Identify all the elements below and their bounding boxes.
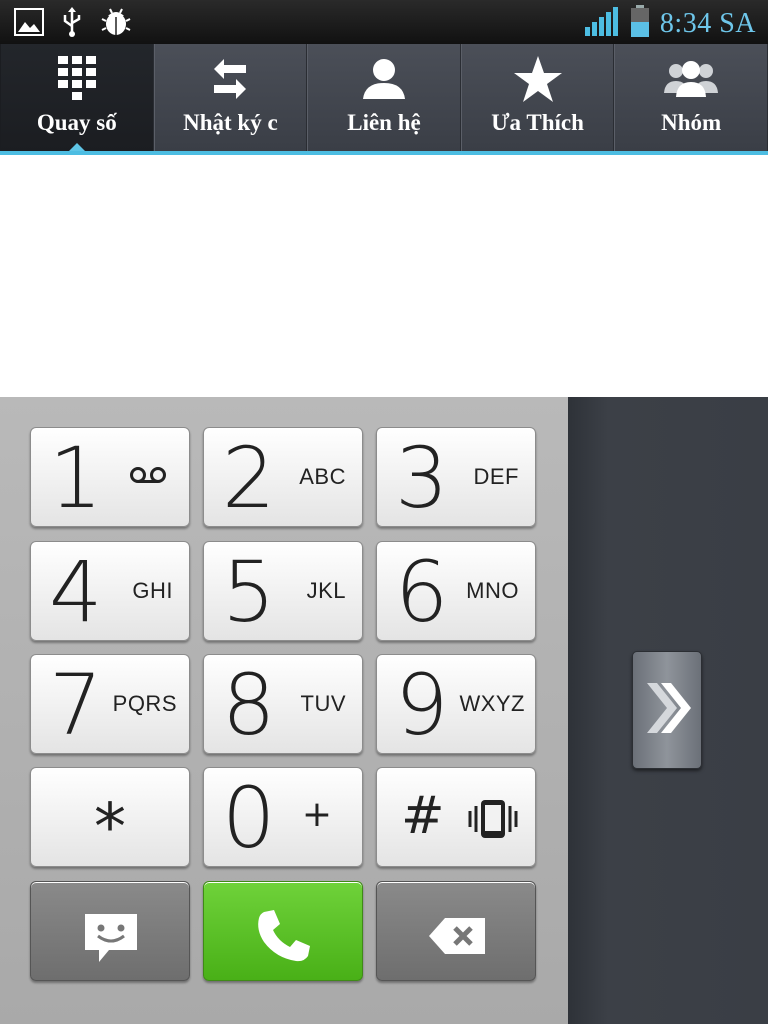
tab-label: Ưa Thích bbox=[491, 110, 584, 135]
backspace-icon bbox=[427, 916, 487, 961]
key-letters: PQRS bbox=[112, 691, 177, 716]
key-digit: 8 bbox=[222, 656, 276, 754]
key-letters: GHI bbox=[132, 578, 173, 603]
tab-label: Liên hệ bbox=[347, 110, 421, 135]
key-letters: ABC bbox=[299, 464, 346, 489]
status-bar: 8:34 SA bbox=[0, 0, 768, 44]
key-digit: 3 bbox=[395, 429, 449, 527]
key-digit: 7 bbox=[49, 656, 103, 754]
key-hash[interactable]: # bbox=[376, 767, 536, 867]
tab-label: Quay số bbox=[36, 110, 117, 135]
key-2[interactable]: 2 ABC bbox=[203, 427, 363, 527]
phone-icon bbox=[256, 908, 312, 969]
key-letters: + bbox=[301, 794, 332, 835]
call-button[interactable] bbox=[203, 881, 363, 981]
key-7[interactable]: 7 PQRS bbox=[30, 654, 190, 754]
key-letters: DEF bbox=[473, 464, 519, 489]
key-letters: JKL bbox=[306, 578, 346, 603]
voicemail-icon bbox=[129, 466, 167, 489]
battery-icon bbox=[630, 4, 650, 43]
key-9[interactable]: 9 WXYZ bbox=[376, 654, 536, 754]
key-digit: # bbox=[401, 786, 445, 846]
key-5[interactable]: 5 JKL bbox=[203, 541, 363, 641]
tab-dialer[interactable]: Quay số bbox=[0, 44, 154, 152]
key-1[interactable]: 1 bbox=[30, 427, 190, 527]
key-6[interactable]: 6 MNO bbox=[376, 541, 536, 641]
key-digit: 9 bbox=[395, 656, 449, 754]
key-digit: 1 bbox=[49, 429, 103, 527]
tab-contacts[interactable]: Liên hệ bbox=[307, 44, 461, 152]
dialpad-icon bbox=[57, 54, 97, 104]
delete-button[interactable] bbox=[376, 881, 536, 981]
key-4[interactable]: 4 GHI bbox=[30, 541, 190, 641]
tab-label: Nhật ký c bbox=[183, 110, 278, 135]
key-digit: 4 bbox=[49, 543, 103, 641]
status-bar-system: 8:34 SA bbox=[584, 4, 756, 43]
key-letters: WXYZ bbox=[459, 691, 525, 716]
tab-groups[interactable]: Nhóm bbox=[614, 44, 768, 152]
group-icon bbox=[662, 54, 720, 104]
signal-icon bbox=[584, 5, 620, 42]
call-log-arrows-icon bbox=[210, 54, 250, 104]
star-icon bbox=[513, 54, 563, 104]
key-3[interactable]: 3 DEF bbox=[376, 427, 536, 527]
key-letters: TUV bbox=[300, 691, 346, 716]
message-smiley-icon bbox=[83, 912, 139, 969]
double-chevron-right-icon bbox=[641, 679, 693, 742]
debug-bug-icon bbox=[100, 6, 132, 43]
gallery-icon bbox=[14, 8, 44, 41]
status-time: 8:34 SA bbox=[659, 7, 756, 39]
key-digit: 5 bbox=[222, 543, 276, 641]
key-digit: * bbox=[94, 791, 126, 865]
key-0[interactable]: 0 + bbox=[203, 767, 363, 867]
key-digit: 0 bbox=[222, 769, 276, 867]
key-8[interactable]: 8 TUV bbox=[203, 654, 363, 754]
side-panel-handle[interactable] bbox=[632, 651, 702, 769]
tab-label: Nhóm bbox=[661, 110, 722, 135]
dialed-number-display[interactable] bbox=[0, 155, 768, 397]
key-letters: MNO bbox=[466, 578, 519, 603]
message-button[interactable] bbox=[30, 881, 190, 981]
key-digit: 2 bbox=[222, 429, 276, 527]
tab-call-log[interactable]: Nhật ký c bbox=[153, 44, 308, 152]
usb-icon bbox=[62, 6, 82, 43]
key-digit: 6 bbox=[395, 543, 449, 641]
tab-favorites[interactable]: Ưa Thích bbox=[460, 44, 615, 152]
key-star[interactable]: * bbox=[30, 767, 190, 867]
status-bar-notifications bbox=[14, 6, 132, 43]
contact-person-icon bbox=[361, 54, 407, 104]
side-panel bbox=[568, 397, 768, 1024]
dialpad: 1 2 ABC 3 DEF 4 GHI 5 JKL 6 MNO 7 PQRS 8… bbox=[0, 397, 568, 1024]
vibrate-icon bbox=[467, 798, 519, 845]
tab-bar: Quay số Nhật ký c Liên hệ Ưa Thích Nhóm bbox=[0, 44, 768, 152]
